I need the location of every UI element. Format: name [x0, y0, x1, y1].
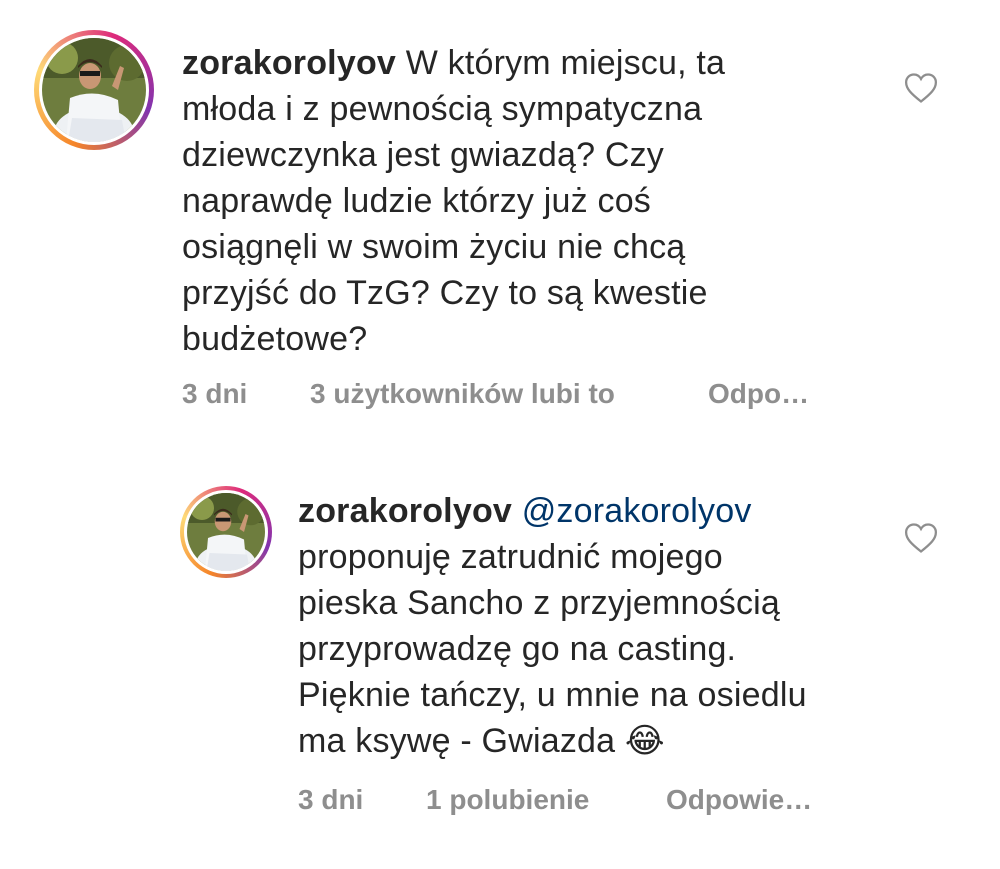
comment-meta: 3 dni 3 użytkowników lubi to Odpo…	[182, 378, 809, 410]
reply-button[interactable]: Odpowie…	[666, 784, 812, 816]
comment-meta: 3 dni 1 polubienie Odpowie…	[298, 784, 812, 816]
username[interactable]: zorakorolyov	[298, 492, 512, 530]
profile-photo	[187, 493, 265, 571]
heart-outline-icon[interactable]	[904, 72, 938, 104]
likes-count[interactable]: 1 polubienie	[426, 784, 666, 816]
timestamp[interactable]: 3 dni	[298, 784, 426, 816]
profile-photo	[42, 38, 146, 142]
comment-text: zorakorolyov @zorakorolyov proponuję zat…	[298, 492, 807, 760]
username[interactable]: zorakorolyov	[182, 44, 396, 82]
reply-comment: zorakorolyov @zorakorolyov proponuję zat…	[0, 440, 1000, 869]
likes-count[interactable]: 3 użytkowników lubi to	[310, 378, 708, 410]
timestamp[interactable]: 3 dni	[182, 378, 310, 410]
comment-text: zorakorolyov W którym miejscu, ta młoda …	[182, 44, 726, 358]
comment: zorakorolyov W którym miejscu, ta młoda …	[0, 0, 1000, 440]
reply-button[interactable]: Odpo…	[708, 378, 809, 410]
avatar[interactable]	[180, 486, 272, 578]
mention-link[interactable]: @zorakorolyov	[522, 492, 752, 530]
heart-outline-icon[interactable]	[904, 522, 938, 554]
avatar[interactable]	[34, 30, 154, 150]
